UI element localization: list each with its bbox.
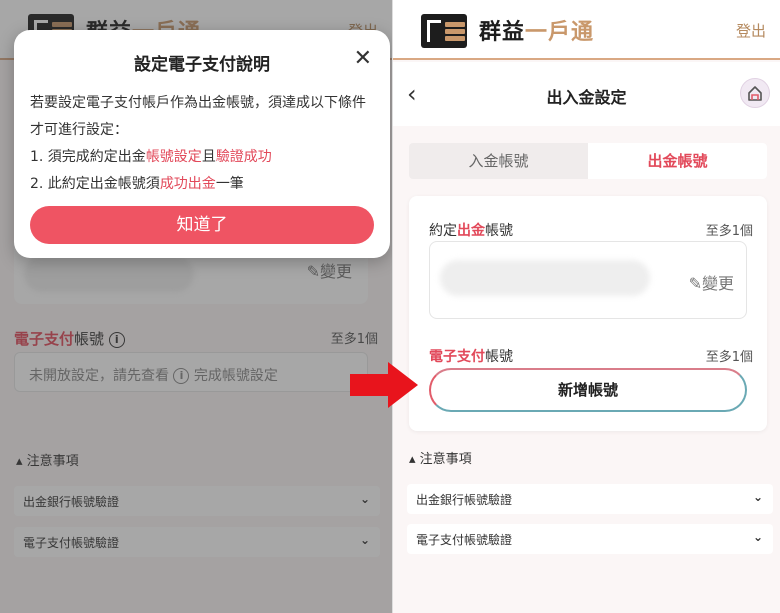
account-tabs: 入金帳號 出金帳號 [409, 143, 767, 179]
got-it-button[interactable]: 知道了 [30, 206, 374, 244]
add-account-button[interactable]: 新增帳號 [429, 368, 747, 412]
tab-deposit-account[interactable]: 入金帳號 [409, 143, 588, 179]
withdraw-settings-card: 約定出金帳號 至多1個 ✎變更 電子支付帳號 至多1個 新增帳號 [409, 196, 767, 431]
app-header: 群益一戶通 登出 [393, 0, 780, 60]
notes-header[interactable]: ▴ 注意事項 [409, 448, 472, 467]
home-icon[interactable] [740, 78, 770, 108]
withdraw-limit: 至多1個 [705, 224, 753, 239]
masked-account [440, 260, 650, 296]
esp-account-label: 電子支付帳號 [429, 349, 513, 365]
esp-info-modal: 設定電子支付說明 ✕ 若要設定電子支付帳戶作為出金帳號，須達成以下條件才可進行設… [14, 30, 390, 258]
withdraw-account-box: ✎變更 [429, 241, 747, 319]
logo [421, 14, 467, 48]
change-button[interactable]: ✎變更 [689, 270, 734, 294]
chevron-up-icon: ▴ [409, 452, 416, 467]
withdraw-account-label: 約定出金帳號 [429, 223, 513, 239]
right-screenshot: 群益一戶通 登出 ‹ 出入金設定 入金帳號 出金帳號 約定出金帳號 至多1個 ✎… [393, 0, 780, 613]
esp-limit: 至多1個 [705, 350, 753, 365]
tab-withdraw-account[interactable]: 出金帳號 [588, 143, 767, 179]
chevron-down-icon: ⌄ [752, 530, 763, 544]
left-screenshot: 群益一戶通 登出 ✎變更 電子支付帳號 i 至多1個 未開放設定，請先查看 i … [0, 0, 392, 613]
logout-link[interactable]: 登出 [736, 20, 766, 41]
arrow-right-icon [350, 362, 418, 408]
page-title: 出入金設定 [546, 88, 627, 107]
modal-body: 若要設定電子支付帳戶作為出金帳號，須達成以下條件才可進行設定： 1. 須完成約定… [30, 95, 366, 192]
accordion-esp-verification[interactable]: 電子支付帳號驗證 ⌄ [407, 524, 773, 554]
modal-title: 設定電子支付說明 [134, 55, 270, 75]
accordion-bank-verification[interactable]: 出金銀行帳號驗證 ⌄ [407, 484, 773, 514]
pencil-icon: ✎ [688, 274, 702, 293]
brand-name: 群益一戶通 [479, 20, 595, 45]
chevron-down-icon: ⌄ [752, 490, 763, 504]
sub-header: ‹ 出入金設定 [393, 62, 780, 126]
close-icon[interactable]: ✕ [354, 46, 372, 71]
